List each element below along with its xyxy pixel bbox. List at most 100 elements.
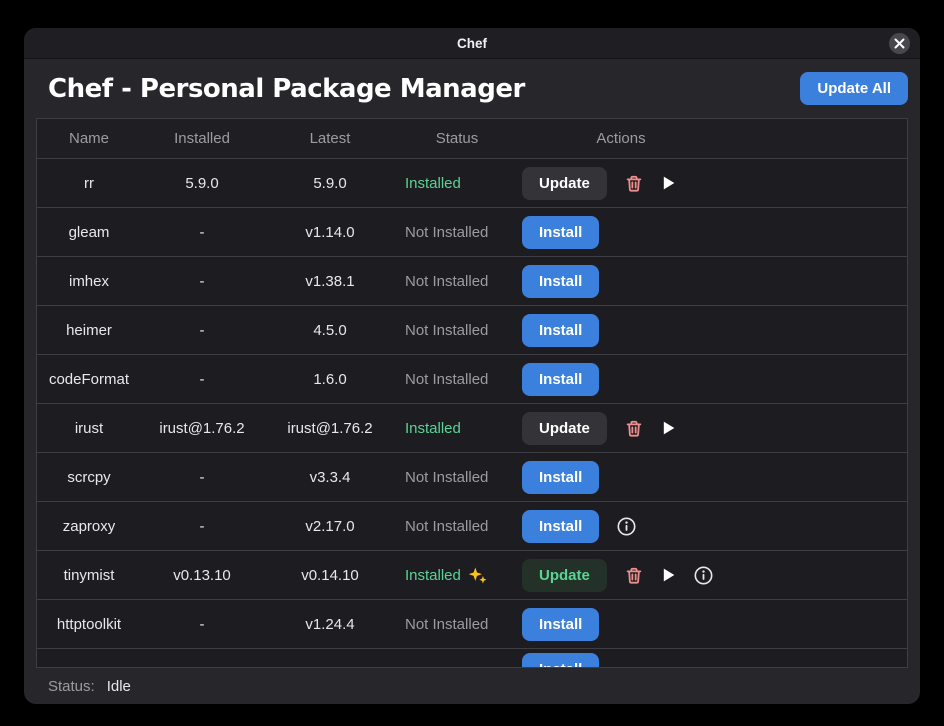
cell-latest: v3.3.4 [263,469,397,486]
play-icon [661,420,676,436]
cell-latest: 1.6.0 [263,371,397,388]
cell-latest: irust@1.76.2 [263,420,397,437]
status-text: Installed [405,567,487,584]
install-button[interactable]: Install [522,314,599,347]
install-button[interactable]: Install [522,461,599,494]
run-button[interactable] [661,563,676,587]
delete-button[interactable] [625,416,643,440]
trash-icon [625,174,643,193]
package-table: NameInstalledLatestStatusActions rr5.9.0… [36,118,908,668]
cell-latest: v1.24.4 [263,616,397,633]
install-button[interactable]: Install [522,510,599,543]
cell-installed: - [141,322,263,339]
table-row: httptoolkit-v1.24.4Not Installed Install [37,600,907,649]
update-all-button[interactable]: Update All [800,72,908,105]
sparkles-icon [469,567,487,584]
cell-actions: Install [517,649,907,668]
window-title: Chef [457,36,487,51]
cell-status: Not Installed [397,469,517,486]
table-row: codeFormat-1.6.0Not InstalledInstall [37,355,907,404]
install-button[interactable]: Install [522,216,599,249]
table-row: gleam-v1.14.0Not InstalledInstall [37,208,907,257]
cell-installed: v0.13.10 [141,567,263,584]
close-button[interactable] [889,33,910,54]
cell-status: Not Installed [397,322,517,339]
status-text: Not Installed [405,518,488,535]
update-button[interactable]: Update [522,559,607,592]
install-button[interactable]: Install [522,265,599,298]
status-text: Not Installed [405,224,488,241]
table-row: irustirust@1.76.2irust@1.76.2InstalledUp… [37,404,907,453]
install-button[interactable]: Install [522,363,599,396]
cell-installed: - [141,273,263,290]
table-row: imhex-v1.38.1 Not Installed Install [37,257,907,306]
cell-actions: Install [517,265,907,298]
trash-icon [625,566,643,585]
cell-name: imhex [37,273,141,290]
table-header-row: NameInstalledLatestStatusActions [37,119,907,159]
trash-icon [625,419,643,438]
cell-name: codeFormat [37,371,141,388]
table-row: heimer-4.5.0Not InstalledInstall [37,306,907,355]
app-window: Chef Chef - Personal Package Manager Upd… [24,28,920,704]
cell-installed: irust@1.76.2 [141,420,263,437]
cell-name: tinymist [37,567,141,584]
cell-installed: - [141,469,263,486]
table-row-partial: Install [37,649,907,668]
table-row: tinymistv0.13.10v0.14.10 Installed Update [37,551,907,600]
cell-actions: Install [517,314,907,347]
play-icon [661,175,676,191]
run-button[interactable] [661,171,676,195]
status-text: Installed [405,420,461,437]
cell-name: httptoolkit [37,616,141,633]
x-icon [894,38,905,49]
info-icon [617,517,636,536]
cell-status: Not Installed [397,616,517,633]
update-button[interactable]: Update [522,167,607,200]
column-header-installed: Installed [141,130,263,147]
update-button[interactable]: Update [522,412,607,445]
cell-latest: v2.17.0 [263,518,397,535]
table-row: zaproxy-v2.17.0 Not Installed Install [37,502,907,551]
cell-name: scrcpy [37,469,141,486]
cell-actions: Update [517,412,907,445]
play-icon [661,567,676,583]
column-header-latest: Latest [263,130,397,147]
column-header-status: Status [397,130,517,147]
info-button[interactable] [694,563,713,587]
status-label: Status: [48,678,95,695]
cell-name: rr [37,175,141,192]
delete-button[interactable] [625,171,643,195]
cell-installed: - [141,616,263,633]
cell-actions: Install [517,510,907,543]
cell-actions: Update [517,559,907,592]
cell-latest: v1.38.1 [263,273,397,290]
install-button[interactable]: Install [522,608,599,641]
status-value: Idle [107,678,131,695]
cell-status: Installed [397,567,517,584]
cell-latest: v0.14.10 [263,567,397,584]
cell-name: zaproxy [37,518,141,535]
run-button[interactable] [661,416,676,440]
delete-button[interactable] [625,563,643,587]
status-text: Not Installed [405,322,488,339]
cell-installed: - [141,518,263,535]
cell-actions: Install [517,216,907,249]
cell-installed: - [141,224,263,241]
cell-status: Not Installed [397,518,517,535]
info-button[interactable] [617,514,636,538]
cell-installed: 5.9.0 [141,175,263,192]
cell-status: Installed [397,420,517,437]
column-header-actions: Actions [517,130,725,147]
titlebar: Chef [24,28,920,59]
table-body: rr5.9.05.9.0InstalledUpdategleam-v1.14.0… [37,159,907,668]
cell-actions: Install [517,608,907,641]
cell-status: Not Installed [397,371,517,388]
install-button[interactable]: Install [522,653,599,668]
status-text: Not Installed [405,273,488,290]
cell-actions: Update [517,167,907,200]
cell-status: Not Installed [397,224,517,241]
cell-latest: v1.14.0 [263,224,397,241]
cell-name: heimer [37,322,141,339]
table-row: rr5.9.05.9.0InstalledUpdate [37,159,907,208]
